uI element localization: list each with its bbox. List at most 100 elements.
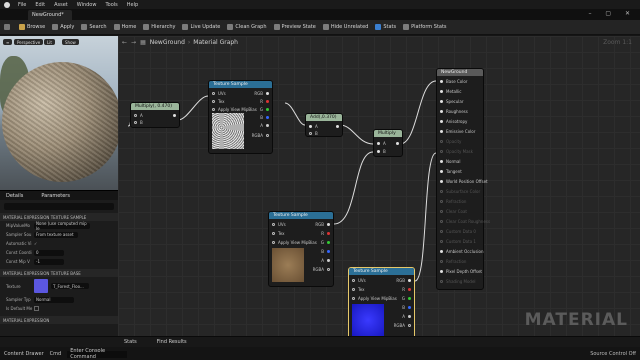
sampler-source-select[interactable]: From texture asset: [34, 231, 78, 238]
material-result-node[interactable]: NewGround Base Color Metallic Specular Roug…: [436, 68, 490, 290]
pin-tex[interactable]: Tex: [272, 231, 285, 236]
pin-a-out[interactable]: A: [321, 258, 330, 263]
result-pin[interactable]: Roughness: [440, 109, 468, 114]
tab-find-results[interactable]: Find Results: [157, 339, 187, 345]
save-button[interactable]: [4, 24, 12, 30]
lit-button[interactable]: Lit: [44, 39, 55, 45]
result-pin[interactable]: Pixel Depth Offset: [440, 269, 482, 274]
result-pin[interactable]: Normal: [440, 159, 460, 164]
automatic-view-mip-checkbox[interactable]: ✓: [34, 241, 37, 246]
content-drawer-button[interactable]: Content Drawer: [4, 351, 44, 357]
pin-a[interactable]: A: [134, 113, 143, 118]
pin-g[interactable]: G: [321, 240, 330, 245]
pin-rgb[interactable]: RGB: [315, 222, 330, 227]
section-material-expression[interactable]: MATERIAL EXPRESSION: [0, 316, 118, 324]
show-button[interactable]: Show: [62, 39, 79, 45]
hide-unrelated-button[interactable]: Hide Unrelated: [322, 24, 368, 30]
menu-tools[interactable]: Tools: [105, 2, 117, 8]
menu-edit[interactable]: Edit: [35, 2, 45, 8]
result-pin[interactable]: Custom Data 1: [440, 239, 476, 244]
window-controls[interactable]: – ▢ ✕: [588, 10, 636, 17]
default-meshpaint-checkbox[interactable]: [34, 306, 39, 311]
pin-b[interactable]: B: [309, 131, 318, 136]
pin-r[interactable]: R: [260, 99, 269, 104]
menu-asset[interactable]: Asset: [54, 2, 68, 8]
sampler-type-select[interactable]: Normal: [34, 296, 74, 303]
menu-window[interactable]: Window: [77, 2, 97, 8]
result-pin[interactable]: Shading Model: [440, 279, 476, 284]
pin-a-out[interactable]: A: [260, 123, 269, 128]
result-pin[interactable]: Refraction: [440, 199, 466, 204]
pin-uvs[interactable]: UVs: [352, 278, 366, 283]
result-pin[interactable]: Opacity Mask: [440, 149, 473, 154]
menu-help[interactable]: Help: [127, 2, 138, 8]
pin-r[interactable]: R: [402, 287, 411, 292]
search-button[interactable]: Search: [81, 24, 107, 30]
texture-sample-node-2[interactable]: Texture Sample UVs Tex Apply View MipBia…: [268, 211, 334, 287]
result-pin[interactable]: Anisotropy: [440, 119, 467, 124]
pin-a[interactable]: A: [377, 141, 386, 146]
result-pin[interactable]: Ambient Occlusion: [440, 249, 484, 254]
texture-thumbnail[interactable]: [34, 279, 48, 293]
pin-rgba[interactable]: RGBA: [394, 323, 411, 328]
tab-stats[interactable]: Stats: [124, 339, 137, 345]
viewport-menu-button[interactable]: ≡: [3, 39, 13, 45]
back-arrow-icon[interactable]: ←: [122, 39, 127, 46]
live-update-button[interactable]: Live Update: [182, 24, 220, 30]
result-pin[interactable]: Clear Coat Roughness: [440, 219, 490, 224]
pin-tex[interactable]: Tex: [212, 99, 225, 104]
material-graph-canvas[interactable]: ← → ▦ NewGround › Material Graph Zoom 1:…: [118, 36, 640, 336]
add-node[interactable]: Add(,0.370) A B: [305, 113, 343, 137]
result-pin[interactable]: Specular: [440, 99, 463, 104]
platform-stats-button[interactable]: Platform Stats: [403, 24, 447, 30]
browse-button[interactable]: Browse: [19, 24, 45, 30]
result-pin[interactable]: Custom Data 0: [440, 229, 476, 234]
pin-b-out[interactable]: B: [321, 249, 330, 254]
forward-arrow-icon[interactable]: →: [131, 39, 136, 46]
pin-g[interactable]: G: [402, 296, 411, 301]
section-texture-base[interactable]: MATERIAL EXPRESSION TEXTURE BASE: [0, 269, 118, 277]
tab-details[interactable]: Details: [6, 193, 23, 199]
stats-button[interactable]: Stats: [375, 24, 396, 30]
output-pin[interactable]: [173, 114, 176, 117]
breadcrumb-leaf[interactable]: Material Graph: [193, 39, 238, 46]
multiply-node-2[interactable]: Multiply A B: [373, 129, 403, 157]
hierarchy-button[interactable]: Hierarchy: [143, 24, 175, 30]
unreal-logo-icon[interactable]: [4, 1, 10, 8]
pin-tex[interactable]: Tex: [352, 287, 365, 292]
result-pin[interactable]: Emissive Color: [440, 129, 475, 134]
home-button[interactable]: Home: [113, 24, 136, 30]
multiply-node-1[interactable]: Multiply(, 0.470) A B: [130, 102, 180, 128]
pin-b[interactable]: B: [377, 149, 386, 154]
const-coordinate-input[interactable]: 0: [34, 249, 64, 256]
result-pin[interactable]: Opacity: [440, 139, 461, 144]
pin-b-out[interactable]: B: [260, 115, 269, 120]
result-pin[interactable]: Clear Coat: [440, 209, 467, 214]
cmd-button[interactable]: Cmd: [50, 351, 62, 357]
pin-g[interactable]: G: [260, 107, 269, 112]
pin-apply-view-mipbias[interactable]: Apply View MipBias: [352, 296, 397, 301]
result-pin[interactable]: World Position Offset: [440, 179, 488, 184]
result-pin[interactable]: Base Color: [440, 79, 467, 84]
output-pin[interactable]: [336, 125, 339, 128]
tab-parameters[interactable]: Parameters: [41, 193, 70, 199]
texture-sample-node-1[interactable]: Texture Sample UVs Tex Apply View MipBia…: [208, 80, 273, 154]
menu-file[interactable]: File: [18, 2, 26, 8]
pin-b-out[interactable]: B: [402, 305, 411, 310]
texture-sample-node-3[interactable]: Texture Sample UVs Tex Apply View MipBia…: [348, 267, 415, 336]
details-search-input[interactable]: [4, 203, 114, 210]
mip-value-mode-select[interactable]: None (use computed mip le: [34, 221, 90, 231]
pin-apply-view-mipbias[interactable]: Apply View MipBias: [272, 240, 317, 245]
breadcrumb-root[interactable]: NewGround: [150, 39, 185, 46]
pin-b[interactable]: B: [134, 120, 143, 125]
output-pin[interactable]: [396, 142, 399, 145]
apply-button[interactable]: Apply: [52, 24, 74, 30]
pin-uvs[interactable]: UVs: [272, 222, 286, 227]
pin-apply-view-mipbias[interactable]: Apply View MipBias: [212, 107, 257, 112]
pin-uvs[interactable]: UVs: [212, 91, 226, 96]
source-control-status[interactable]: Source Control Off: [590, 351, 636, 357]
pin-rgb[interactable]: RGB: [254, 91, 269, 96]
preview-state-button[interactable]: Preview State: [273, 24, 316, 30]
result-pin[interactable]: Tangent: [440, 169, 462, 174]
pin-r[interactable]: R: [321, 231, 330, 236]
